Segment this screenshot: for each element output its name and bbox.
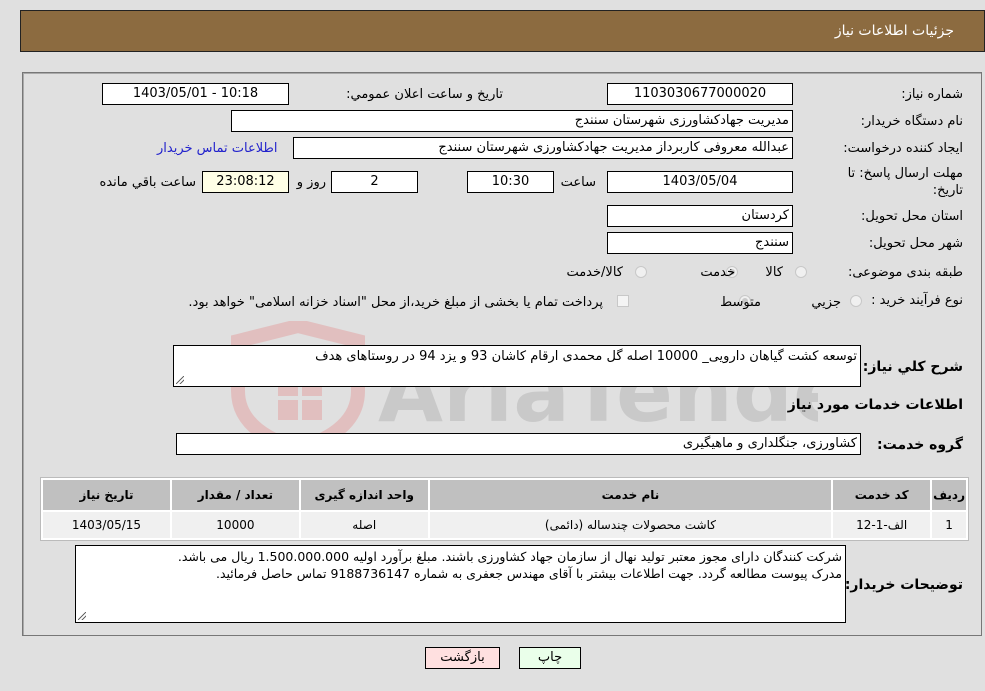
service-group-field[interactable]: کشاورزی، جنگلداری و ماهیگیری bbox=[176, 433, 861, 455]
need-details-panel: AriaTender.neT شماره نیاز: 1103030677000… bbox=[22, 72, 982, 636]
days-label: روز و bbox=[296, 175, 326, 190]
need-number-label: شماره نیاز: bbox=[901, 87, 963, 102]
col-row-number: رديف bbox=[932, 480, 966, 510]
col-service-code: کد خدمت bbox=[833, 480, 931, 510]
remaining-time-field: 23:08:12 bbox=[202, 171, 289, 193]
buyer-notes-label: توضيحات خريدار: bbox=[844, 577, 963, 593]
category-option-goods: کالا bbox=[765, 265, 783, 280]
purchase-type-label: نوع فرآيند خريد : bbox=[871, 293, 963, 308]
services-table: رديف کد خدمت نام خدمت واحد اندازه گيری ت… bbox=[40, 477, 969, 541]
remaining-days-field[interactable]: 2 bbox=[331, 171, 418, 193]
cell-need-date: 1403/05/15 bbox=[43, 512, 170, 538]
resize-grip-icon[interactable] bbox=[78, 612, 86, 620]
category-radio-goods-service[interactable] bbox=[635, 266, 647, 278]
buyer-notes-line-1: شرکت کنندگان دارای مجوز معتبر تولید نهال… bbox=[177, 549, 842, 564]
announce-datetime-field[interactable]: 1403/05/01 - 10:18 bbox=[102, 83, 289, 105]
requester-label: ايجاد کننده درخواست: bbox=[843, 141, 963, 156]
description-textarea[interactable]: توسعه کشت گیاهان دارویی_ 10000 اصله گل م… bbox=[173, 345, 861, 387]
description-text: توسعه کشت گیاهان دارویی_ 10000 اصله گل م… bbox=[315, 349, 857, 364]
city-field[interactable]: سنندج bbox=[607, 232, 793, 254]
buyer-org-label: نام دستگاه خريدار: bbox=[860, 114, 963, 129]
deadline-time-label: ساعت bbox=[560, 175, 596, 190]
buyer-contact-link[interactable]: اطلاعات تماس خریدار bbox=[157, 141, 277, 156]
services-section-title: اطلاعات خدمات مورد نياز bbox=[787, 397, 963, 413]
buyer-notes-textarea[interactable]: شرکت کنندگان دارای مجوز معتبر تولید نهال… bbox=[75, 545, 846, 623]
treasury-note: پرداخت تمام یا بخشی از مبلغ خرید،از محل … bbox=[188, 295, 603, 310]
province-label: استان محل تحويل: bbox=[861, 209, 963, 224]
col-service-name: نام خدمت bbox=[429, 480, 832, 510]
cell-row-number: 1 bbox=[932, 512, 966, 538]
page-title: جزئیات اطلاعات نیاز bbox=[834, 23, 954, 39]
remaining-time-label: ساعت باقي مانده bbox=[99, 175, 196, 190]
page-header: جزئیات اطلاعات نیاز bbox=[20, 10, 985, 52]
purchase-radio-minor[interactable] bbox=[850, 295, 862, 307]
cell-service-name: کاشت محصولات چندساله (دائمی) bbox=[429, 512, 832, 538]
purchase-option-minor: جزيي bbox=[811, 295, 841, 310]
city-label: شهر محل تحويل: bbox=[868, 236, 963, 251]
category-label: طبقه بندی موضوعی: bbox=[847, 265, 963, 280]
deadline-label: مهلت ارسال پاسخ: تا تاریخ: bbox=[847, 166, 963, 198]
col-need-date: تاريخ نياز bbox=[43, 480, 170, 510]
purchase-option-medium: متوسط bbox=[720, 295, 761, 310]
deadline-time-field[interactable]: 10:30 bbox=[467, 171, 554, 193]
service-group-label: گروه خدمت: bbox=[877, 437, 963, 453]
col-unit: واحد اندازه گيری bbox=[300, 480, 428, 510]
print-button[interactable]: چاپ bbox=[519, 647, 581, 669]
table-header-row: رديف کد خدمت نام خدمت واحد اندازه گيری ت… bbox=[43, 480, 966, 510]
need-number-field[interactable]: 1103030677000020 bbox=[607, 83, 793, 105]
requester-field[interactable]: عبدالله معروفی کاربرداز مدیریت جهادکشاور… bbox=[293, 137, 793, 159]
buyer-org-field[interactable]: مدیریت جهادکشاورزی شهرستان سنندج bbox=[231, 110, 793, 132]
category-option-goods-service: کالا/خدمت bbox=[566, 265, 623, 280]
deadline-date-field[interactable]: 1403/05/04 bbox=[607, 171, 793, 193]
cell-service-code: الف-1-12 bbox=[833, 512, 931, 538]
cell-quantity: 10000 bbox=[171, 512, 299, 538]
back-button[interactable]: بازگشت bbox=[425, 647, 500, 669]
treasury-checkbox[interactable] bbox=[617, 295, 629, 307]
announce-datetime-label: تاریخ و ساعت اعلان عمومي: bbox=[346, 87, 503, 102]
table-row: 1 الف-1-12 کاشت محصولات چندساله (دائمی) … bbox=[43, 512, 966, 538]
cell-unit: اصله bbox=[300, 512, 428, 538]
col-quantity: تعداد / مقدار bbox=[171, 480, 299, 510]
description-label: شرح کلي نياز: bbox=[862, 359, 963, 375]
resize-grip-icon[interactable] bbox=[176, 376, 184, 384]
province-field[interactable]: کردستان bbox=[607, 205, 793, 227]
buyer-notes-line-2: مدرک پیوست مطالعه گردد. جهت اطلاعات بیشت… bbox=[215, 566, 842, 581]
category-radio-goods[interactable] bbox=[795, 266, 807, 278]
category-option-service: خدمت bbox=[700, 265, 735, 280]
